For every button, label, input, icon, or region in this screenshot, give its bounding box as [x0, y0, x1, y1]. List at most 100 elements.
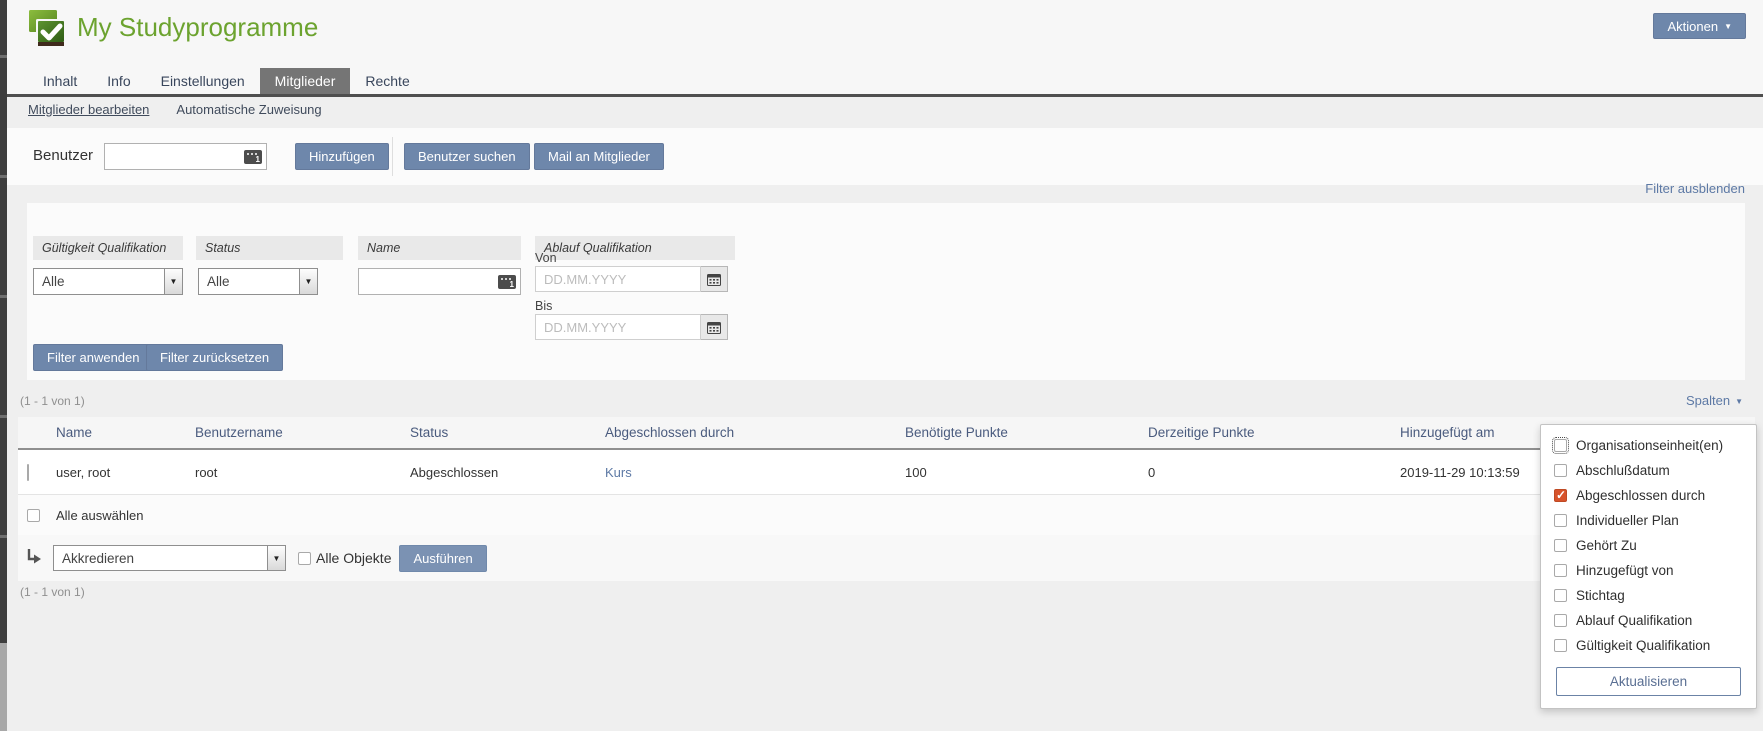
- select-all-checkbox[interactable]: [27, 509, 40, 522]
- menu-checkbox[interactable]: [1554, 514, 1567, 527]
- kurs-link[interactable]: Kurs: [605, 465, 632, 480]
- filter-label-validity: Gültigkeit Qualifikation: [33, 236, 183, 260]
- select-value: Alle: [199, 274, 299, 289]
- tab-info[interactable]: Info: [92, 68, 145, 94]
- bulk-action-select[interactable]: Akkredieren ▼: [53, 545, 286, 571]
- tab-rechte[interactable]: Rechte: [350, 68, 424, 94]
- columns-link-label: Spalten: [1686, 393, 1730, 408]
- benutzer-input[interactable]: [105, 144, 266, 169]
- autocomplete-icon: 1: [498, 275, 516, 289]
- result-count-bottom: (1 - 1 von 1): [20, 585, 85, 599]
- strip-tick: [0, 295, 7, 298]
- menu-item-label: Abschlußdatum: [1576, 463, 1670, 478]
- menu-checkbox[interactable]: [1554, 539, 1567, 552]
- status-select[interactable]: Alle ▼: [198, 268, 318, 295]
- menu-item-ablauf-qualifikation[interactable]: Ablauf Qualifikation: [1541, 608, 1756, 633]
- select-all-row: Alle auswählen: [18, 495, 1755, 535]
- select-all-label: Alle auswählen: [56, 508, 143, 523]
- menu-checkbox[interactable]: [1554, 589, 1567, 602]
- columns-dropdown-toggle[interactable]: Spalten ▼: [1686, 393, 1743, 408]
- tab-einstellungen[interactable]: Einstellungen: [146, 68, 260, 94]
- name-filter-input[interactable]: [359, 269, 520, 294]
- bulk-action-row: Akkredieren ▼ Alle Objekte Ausführen: [18, 535, 1755, 581]
- col-header-name[interactable]: Name: [56, 425, 195, 440]
- menu-item-individueller-plan[interactable]: Individueller Plan: [1541, 508, 1756, 533]
- hide-filter-link[interactable]: Filter ausblenden: [1645, 181, 1745, 196]
- strip-scroll-thumb[interactable]: [0, 643, 7, 731]
- left-edge-panel[interactable]: [0, 0, 7, 731]
- tab-mitglieder[interactable]: Mitglieder: [260, 68, 351, 94]
- button-label: Filter zurücksetzen: [160, 350, 269, 365]
- menu-item-hinzugefuegt-von[interactable]: Hinzugefügt von: [1541, 558, 1756, 583]
- tab-label: Info: [107, 73, 130, 89]
- tabbar: Inhalt Info Einstellungen Mitglieder Rec…: [7, 68, 1763, 97]
- mail-members-button[interactable]: Mail an Mitglieder: [534, 143, 664, 170]
- select-arrow-icon: ▼: [267, 546, 285, 570]
- col-header-status[interactable]: Status: [410, 425, 605, 440]
- actions-button[interactable]: Aktionen ▼: [1653, 13, 1746, 39]
- menu-checkbox[interactable]: [1554, 489, 1567, 502]
- menu-item-label: Hinzugefügt von: [1576, 563, 1674, 578]
- search-users-button[interactable]: Benutzer suchen: [404, 143, 530, 170]
- tab-label: Rechte: [365, 73, 409, 89]
- autocomplete-icon: 1: [244, 150, 262, 164]
- menu-checkbox[interactable]: [1554, 564, 1567, 577]
- menu-item-label: Gültigkeit Qualifikation: [1576, 638, 1710, 653]
- cell-name: user, root: [56, 465, 195, 480]
- menu-item-gueltigkeit-qualifikation[interactable]: Gültigkeit Qualifikation: [1541, 633, 1756, 658]
- menu-item-stichtag[interactable]: Stichtag: [1541, 583, 1756, 608]
- cell-completed-by: Kurs: [605, 465, 905, 480]
- menu-item-abschlussdatum[interactable]: Abschlußdatum: [1541, 458, 1756, 483]
- cell-required-points: 100: [905, 465, 1148, 480]
- subnav-automatische-zuweisung[interactable]: Automatische Zuweisung: [176, 102, 321, 117]
- row-checkbox[interactable]: [27, 464, 29, 481]
- menu-item-label: Individueller Plan: [1576, 513, 1679, 528]
- date-to-input[interactable]: [535, 314, 701, 340]
- bis-label: Bis: [535, 299, 552, 313]
- button-label: Hinzufügen: [309, 149, 375, 164]
- chevron-down-icon: ▼: [1724, 23, 1732, 31]
- reset-filter-button[interactable]: Filter zurücksetzen: [146, 344, 283, 371]
- result-count-top: (1 - 1 von 1): [20, 394, 85, 408]
- menu-item-organisationseinheit[interactable]: Organisationseinheit(en): [1541, 433, 1756, 458]
- apply-filter-button[interactable]: Filter anwenden: [33, 344, 154, 371]
- chevron-down-icon: ▼: [1735, 398, 1743, 406]
- select-arrow-icon: ▼: [299, 269, 317, 294]
- all-objects-checkbox[interactable]: [298, 552, 311, 565]
- tab-inhalt[interactable]: Inhalt: [28, 68, 92, 94]
- name-filter-wrap: 1: [358, 268, 521, 295]
- menu-checkbox[interactable]: [1554, 464, 1567, 477]
- menu-item-gehoert-zu[interactable]: Gehört Zu: [1541, 533, 1756, 558]
- col-header-derzeitige-punkte[interactable]: Derzeitige Punkte: [1148, 425, 1400, 440]
- cell-current-points: 0: [1148, 465, 1400, 480]
- menu-item-label: Abgeschlossen durch: [1576, 488, 1705, 503]
- col-header-benoetigte-punkte[interactable]: Benötigte Punkte: [905, 425, 1148, 440]
- calendar-icon: [707, 321, 721, 334]
- calendar-icon: [707, 273, 721, 286]
- validity-select[interactable]: Alle ▼: [33, 268, 183, 295]
- menu-checkbox[interactable]: [1554, 439, 1567, 452]
- actions-button-label: Aktionen: [1667, 19, 1718, 34]
- add-user-button[interactable]: Hinzufügen: [295, 143, 389, 170]
- date-to-group: [535, 314, 728, 340]
- tab-label: Mitglieder: [275, 73, 336, 89]
- header: My Studyprogramme Aktionen ▼: [7, 0, 1763, 68]
- update-columns-button[interactable]: Aktualisieren: [1556, 667, 1741, 696]
- execute-button[interactable]: Ausführen: [399, 545, 486, 572]
- calendar-button[interactable]: [701, 314, 728, 340]
- menu-checkbox[interactable]: [1554, 639, 1567, 652]
- menu-item-abgeschlossen-durch[interactable]: Abgeschlossen durch: [1541, 483, 1756, 508]
- col-header-abgeschlossen-durch[interactable]: Abgeschlossen durch: [605, 425, 905, 440]
- menu-checkbox[interactable]: [1554, 614, 1567, 627]
- tab-label: Einstellungen: [161, 73, 245, 89]
- all-objects-label: Alle Objekte: [316, 550, 391, 566]
- columns-dropdown-menu: Organisationseinheit(en) Abschlußdatum A…: [1540, 424, 1757, 709]
- menu-item-label: Organisationseinheit(en): [1576, 438, 1723, 453]
- benutzer-label: Benutzer: [33, 147, 93, 164]
- strip-tick: [0, 55, 7, 58]
- menu-item-label: Gehört Zu: [1576, 538, 1637, 553]
- subnav-mitglieder-bearbeiten[interactable]: Mitglieder bearbeiten: [28, 102, 149, 117]
- date-from-input[interactable]: [535, 266, 701, 292]
- col-header-benutzername[interactable]: Benutzername: [195, 425, 410, 440]
- calendar-button[interactable]: [701, 266, 728, 292]
